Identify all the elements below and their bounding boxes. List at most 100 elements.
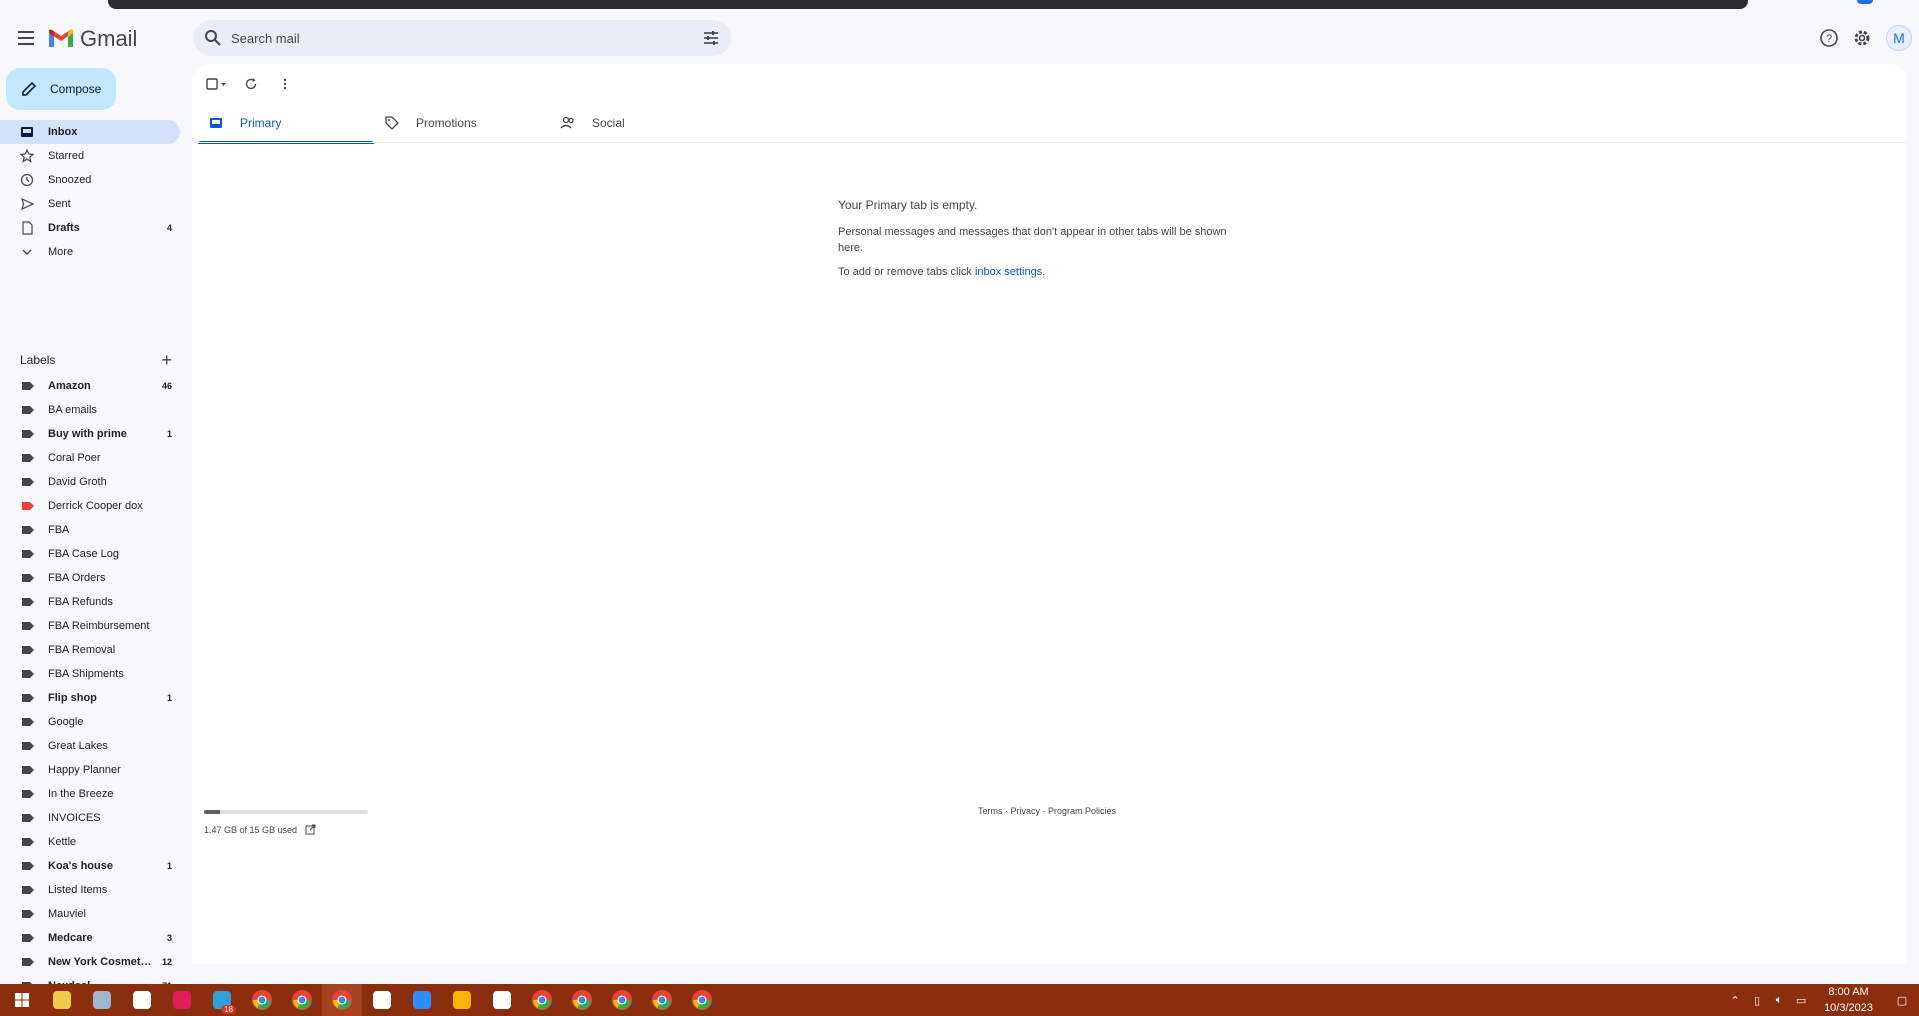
label-item[interactable]: FBA Orders xyxy=(0,566,180,590)
empty-body: Personal messages and messages that don'… xyxy=(838,226,1227,254)
more-options-button[interactable] xyxy=(272,72,298,96)
file-explorer-icon[interactable] xyxy=(42,984,82,1016)
label-item[interactable]: FBA Removal xyxy=(0,638,180,662)
label-item[interactable]: Buy with prime 1 xyxy=(0,422,180,446)
tab-social[interactable]: Social xyxy=(550,106,726,140)
label-item[interactable]: FBA Reimbursement xyxy=(0,614,180,638)
telegram-icon[interactable]: 18 xyxy=(202,984,242,1016)
label-item[interactable]: Listed Items xyxy=(0,878,180,902)
chrome-icon[interactable] xyxy=(242,984,282,1016)
main-panel: Primary Promotions Social Your Primary t… xyxy=(192,64,1907,964)
gmail-logo[interactable]: Gmail xyxy=(48,26,137,52)
chrome-profile-icon[interactable] xyxy=(602,984,642,1016)
notepad-icon[interactable] xyxy=(82,984,122,1016)
label-item[interactable]: Derrick Cooper dox xyxy=(0,494,180,518)
label-item[interactable]: In the Breeze xyxy=(0,782,180,806)
windows-start-icon[interactable] xyxy=(2,984,42,1016)
label-item[interactable]: Kettle xyxy=(0,830,180,854)
label-item[interactable]: Medcare 3 xyxy=(0,926,180,950)
svg-text:?: ? xyxy=(1826,33,1832,45)
label-name: FBA Refunds xyxy=(48,596,113,608)
label-item[interactable]: New York Cosmet… 12 xyxy=(0,950,180,974)
chrome-profile-icon[interactable] xyxy=(642,984,682,1016)
chrome-profile-icon[interactable] xyxy=(562,984,602,1016)
help-icon[interactable]: ? xyxy=(1818,27,1840,49)
label-item[interactable]: Google xyxy=(0,710,180,734)
volume-icon[interactable]: 🔈︎ xyxy=(1768,984,1790,1016)
tab-promotions[interactable]: Promotions xyxy=(374,106,550,140)
nav-label: Snoozed xyxy=(48,174,92,186)
nav-label: Drafts xyxy=(48,222,80,234)
chrome-profile-icon[interactable] xyxy=(322,984,362,1016)
label-item[interactable]: Great Lakes xyxy=(0,734,180,758)
label-item[interactable]: Nexdeal71 xyxy=(0,974,180,984)
chrome-profile-icon[interactable] xyxy=(682,984,722,1016)
label-name: FBA Reimbursement xyxy=(48,620,150,632)
inbox-settings-link[interactable]: inbox settings xyxy=(975,266,1042,278)
settings-suffix: . xyxy=(1042,266,1046,278)
gear-icon[interactable] xyxy=(1851,27,1873,49)
main-menu-button[interactable] xyxy=(14,26,38,50)
label-item[interactable]: David Groth xyxy=(0,470,180,494)
search-options-icon[interactable] xyxy=(701,28,721,48)
label-name: Amazon xyxy=(48,380,91,392)
notification-icon[interactable]: ▢ xyxy=(1891,984,1913,1016)
search-bar[interactable] xyxy=(193,20,731,56)
nav-item-inbox[interactable]: Inbox xyxy=(0,120,180,144)
zoom-icon[interactable] xyxy=(402,984,442,1016)
nav-item-drafts[interactable]: Drafts 4 xyxy=(0,216,180,240)
footer-links[interactable]: Terms · Privacy · Program Policies xyxy=(978,806,1116,816)
chrome-profile-icon[interactable] xyxy=(522,984,562,1016)
label-item[interactable]: FBA Shipments xyxy=(0,662,180,686)
tab-label: Social xyxy=(592,116,625,130)
app-icon[interactable] xyxy=(482,984,522,1016)
label-item[interactable]: Coral Poer xyxy=(0,446,180,470)
star-icon xyxy=(20,149,34,163)
label-item[interactable]: Mauviel xyxy=(0,902,180,926)
search-icon[interactable] xyxy=(203,28,223,48)
select-all-checkbox[interactable] xyxy=(204,72,230,96)
taskbar-apps: 18 xyxy=(2,984,722,1016)
clock-date: 10/3/2023 xyxy=(1824,1002,1873,1014)
label-item[interactable]: BA emails xyxy=(0,398,180,422)
network-icon[interactable]: ▭ xyxy=(1790,984,1812,1016)
refresh-button[interactable] xyxy=(238,72,264,96)
nav-item-more[interactable]: More xyxy=(0,240,180,264)
label-item[interactable]: Amazon 46 xyxy=(0,374,180,398)
empty-state: Your Primary tab is empty. Personal mess… xyxy=(838,198,1238,278)
label-item[interactable]: Koa's house 1 xyxy=(0,854,180,878)
label-item[interactable]: FBA Refunds xyxy=(0,590,180,614)
nav-item-snoozed[interactable]: Snoozed xyxy=(0,168,180,192)
search-input[interactable] xyxy=(231,30,671,46)
inbox-icon xyxy=(20,125,34,139)
external-link-icon[interactable] xyxy=(305,824,316,835)
label-item[interactable]: INVOICES xyxy=(0,806,180,830)
taskbar-clock[interactable]: 8:00 AM 10/3/2023 xyxy=(1824,984,1873,1016)
compose-button[interactable]: Compose xyxy=(6,68,116,110)
device-icon[interactable]: ▯ xyxy=(1746,984,1768,1016)
label-item[interactable]: Flip shop 1 xyxy=(0,686,180,710)
nav-item-starred[interactable]: Starred xyxy=(0,144,180,168)
tab-primary[interactable]: Primary xyxy=(198,106,374,144)
label-icon xyxy=(22,454,34,462)
add-label-button[interactable]: + xyxy=(161,351,172,369)
chrome-profile-icon[interactable] xyxy=(282,984,322,1016)
chevron-up-icon[interactable]: ⌃ xyxy=(1724,984,1746,1016)
tag-icon xyxy=(384,115,400,131)
account-avatar[interactable]: M xyxy=(1886,25,1912,51)
label-item[interactable]: Happy Planner xyxy=(0,758,180,782)
label-name: Buy with prime xyxy=(48,428,127,440)
browser-indicator xyxy=(1857,0,1873,4)
r-app-icon[interactable] xyxy=(442,984,482,1016)
label-item[interactable]: FBA Case Log xyxy=(0,542,180,566)
label-count: 1 xyxy=(166,861,172,871)
label-name: Happy Planner xyxy=(48,764,121,776)
labels-title: Labels xyxy=(20,353,56,367)
calculator-icon[interactable] xyxy=(122,984,162,1016)
slack-icon[interactable] xyxy=(162,984,202,1016)
label-item[interactable]: FBA xyxy=(0,518,180,542)
nav-item-sent[interactable]: Sent xyxy=(0,192,180,216)
label-name: FBA Orders xyxy=(48,572,106,584)
app-icon[interactable] xyxy=(362,984,402,1016)
chevron-down-icon xyxy=(20,245,34,259)
